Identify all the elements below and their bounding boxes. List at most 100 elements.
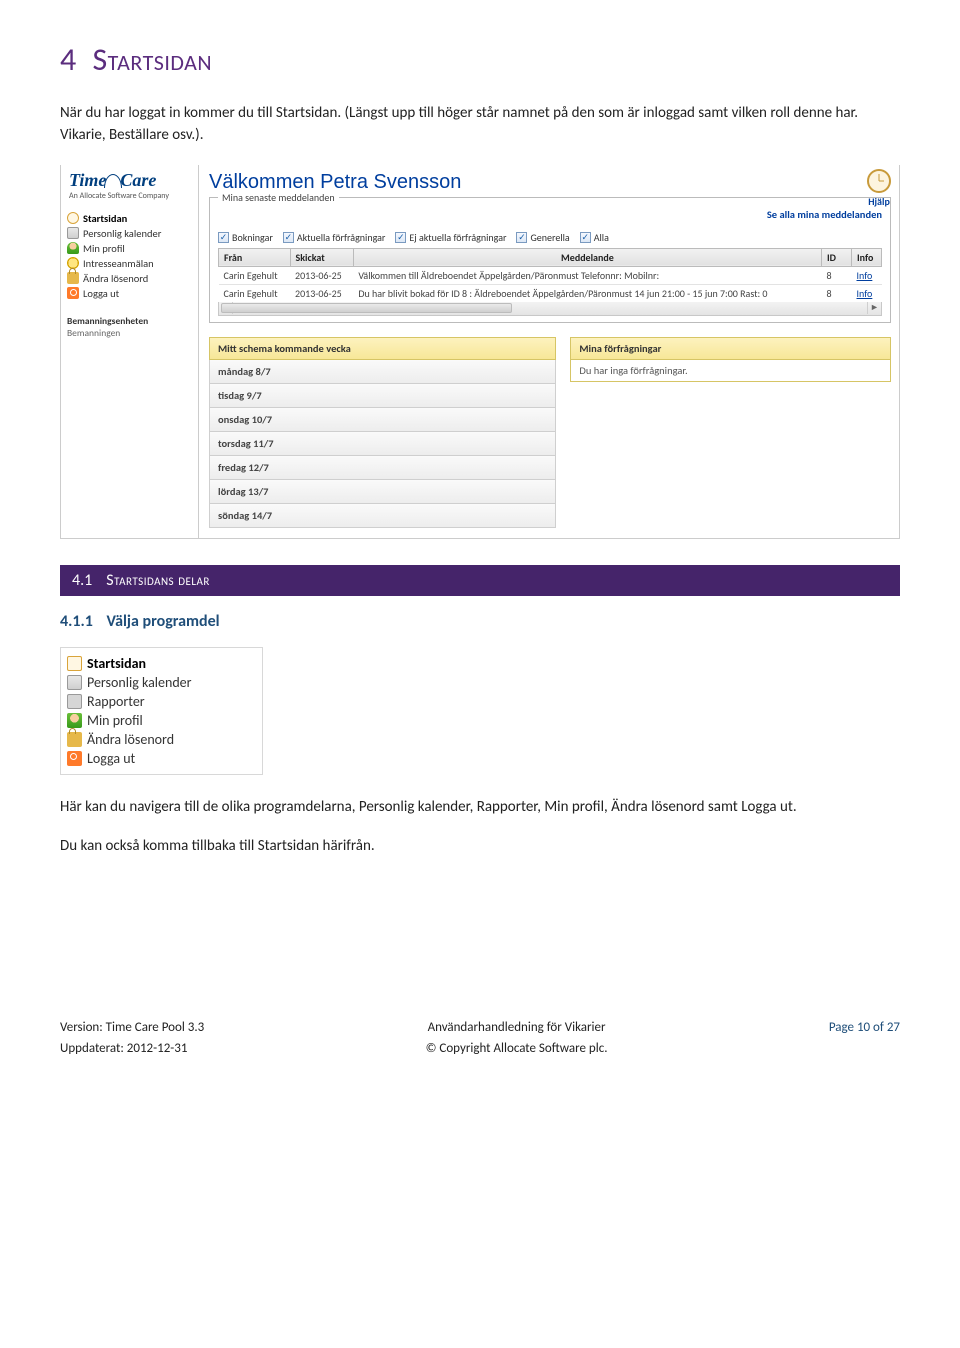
section-text: Startsidans delar	[106, 571, 210, 590]
cell-msg: Du har blivit bokad för ID 8 : Äldreboen…	[353, 284, 821, 302]
clock-icon	[867, 169, 891, 193]
off-icon	[67, 287, 79, 299]
messages-table: FrånSkickatMeddelandeIDInfo Carin Egehul…	[218, 248, 882, 303]
schedule-day-row: onsdag 10/7	[209, 408, 556, 432]
table-row: Carin Egehult2013-06-25Du har blivit bok…	[219, 284, 882, 302]
cal-icon	[67, 675, 82, 690]
nav-group-item[interactable]: Bemanningen	[67, 327, 192, 339]
filter-checkbox[interactable]: ✓Aktuella förfrågningar	[283, 231, 386, 244]
scroll-thumb[interactable]	[221, 303, 512, 313]
screenshot-startsidan: TimeCare An Allocate Software Company Vä…	[60, 165, 900, 539]
sidebar-item-label: Ändra lösenord	[83, 272, 148, 285]
checkbox-icon: ✓	[218, 232, 229, 243]
sidebar-nav: Startsidan Personlig kalender Min profil In…	[61, 207, 199, 538]
nav-menu-item[interactable]: Min profil	[67, 711, 192, 730]
filter-checkbox[interactable]: ✓Generella	[516, 231, 569, 244]
sidebar-item[interactable]: Startsidan	[67, 211, 192, 226]
footer-title: Användarhandledning för Vikarier	[426, 1018, 608, 1039]
filter-label: Generella	[530, 231, 569, 244]
footer-updated: Uppdaterat: 2012-12-31	[60, 1039, 204, 1060]
cell-from: Carin Egehult	[219, 266, 291, 284]
sidebar-item[interactable]: Min profil	[67, 241, 192, 256]
lock-icon	[67, 272, 79, 284]
paragraph-3: Du kan också komma tillbaka till Startsi…	[60, 836, 900, 858]
see-all-link[interactable]: Se alla mina meddelanden	[218, 206, 882, 231]
nav-menu-item[interactable]: Ändra lösenord	[67, 730, 192, 749]
nav-menu-item[interactable]: Startsidan	[67, 654, 192, 673]
sidebar-item-label: Min profil	[83, 242, 125, 255]
user-icon	[67, 713, 82, 728]
subsection-number: 4.1.1	[60, 612, 93, 631]
cell-from: Carin Egehult	[219, 284, 291, 302]
cell-info[interactable]: Info	[852, 266, 882, 284]
schedule-day-row: fredag 12/7	[209, 456, 556, 480]
footer-version: Version: Time Care Pool 3.3	[60, 1018, 204, 1039]
fieldset-legend: Mina senaste meddelanden	[218, 191, 339, 204]
nav-menu-label: Rapporter	[87, 693, 145, 710]
sidebar-item-label: Personlig kalender	[83, 227, 161, 240]
checkbox-icon: ✓	[516, 232, 527, 243]
cell-sent: 2013-06-25	[290, 284, 353, 302]
logo-text-2: Care	[120, 170, 156, 190]
filter-label: Alla	[594, 231, 609, 244]
subsection-text: Välja programdel	[107, 612, 220, 631]
screenshot-nav-menu: StartsidanPersonlig kalenderRapporter Min…	[60, 647, 263, 775]
nav-menu-item[interactable]: Rapporter	[67, 692, 192, 711]
nav-menu-label: Ändra lösenord	[87, 731, 174, 748]
table-header: Info	[852, 248, 882, 266]
requests-empty-text: Du har inga förfrågningar.	[570, 360, 891, 382]
cell-info[interactable]: Info	[852, 284, 882, 302]
paragraph-2: Här kan du navigera till de olika progra…	[60, 797, 900, 819]
sidebar-item-label: Logga ut	[83, 287, 119, 300]
sidebar-item[interactable]: Logga ut	[67, 286, 192, 301]
nav-menu-label: Startsidan	[87, 655, 146, 672]
scroll-right-icon[interactable]: ►	[867, 302, 881, 314]
table-header: ID	[822, 248, 852, 266]
footer-page: Page 10 of 27	[829, 1018, 900, 1039]
user-icon	[67, 242, 79, 254]
checkbox-icon: ✓	[283, 232, 294, 243]
sidebar-item[interactable]: Intresseanmälan	[67, 256, 192, 271]
sidebar-item-label: Intresseanmälan	[83, 257, 154, 270]
cell-id: 8	[822, 284, 852, 302]
clock-icon	[67, 212, 79, 224]
logo-subtitle: An Allocate Software Company	[69, 191, 190, 201]
page-footer: Version: Time Care Pool 3.3 Uppdaterat: …	[60, 1018, 900, 1060]
heading-1: 4 Startsidan	[60, 40, 900, 79]
table-row: Carin Egehult2013-06-25Välkommen till Äl…	[219, 266, 882, 284]
table-header: Skickat	[290, 248, 353, 266]
filter-label: Ej aktuella förfrågningar	[409, 231, 506, 244]
heading-1-number: 4	[60, 40, 77, 79]
table-header: Meddelande	[353, 248, 821, 266]
table-header: Från	[219, 248, 291, 266]
schedule-day-row: tisdag 9/7	[209, 384, 556, 408]
sidebar-item[interactable]: Ändra lösenord	[67, 271, 192, 286]
requests-panel: Mina förfrågningar Du har inga förfrågni…	[570, 337, 891, 528]
nav-menu-item[interactable]: Logga ut	[67, 749, 192, 768]
nav-menu-label: Min profil	[87, 712, 143, 729]
rep-icon	[67, 694, 82, 709]
nav-group-header: Bemanningsenheten	[67, 315, 192, 327]
horizontal-scrollbar[interactable]: ◄ ►	[218, 302, 882, 316]
section-number: 4.1	[72, 571, 92, 590]
filter-checkbox[interactable]: ✓Bokningar	[218, 231, 273, 244]
footer-copyright: © Copyright Allocate Software plc.	[426, 1039, 608, 1060]
cell-sent: 2013-06-25	[290, 266, 353, 284]
sidebar-item[interactable]: Personlig kalender	[67, 226, 192, 241]
schedule-day-row: torsdag 11/7	[209, 432, 556, 456]
messages-fieldset: Mina senaste meddelanden Se alla mina me…	[209, 197, 891, 323]
schedule-header: Mitt schema kommande vecka	[209, 337, 556, 360]
filter-checkbox[interactable]: ✓Alla	[580, 231, 609, 244]
filter-row: ✓Bokningar✓Aktuella förfrågningar✓Ej akt…	[218, 231, 882, 244]
filter-label: Aktuella förfrågningar	[297, 231, 386, 244]
schedule-day-row: söndag 14/7	[209, 504, 556, 528]
filter-checkbox[interactable]: ✓Ej aktuella förfrågningar	[395, 231, 506, 244]
schedule-day-row: måndag 8/7	[209, 360, 556, 384]
sidebar-item-label: Startsidan	[83, 212, 127, 225]
filter-label: Bokningar	[232, 231, 273, 244]
off-icon	[67, 751, 82, 766]
intro-paragraph: När du har loggat in kommer du till Star…	[60, 103, 900, 147]
logo-text-1: Time	[69, 170, 106, 190]
subsection-heading: 4.1.1 Välja programdel	[60, 612, 900, 631]
nav-menu-item[interactable]: Personlig kalender	[67, 673, 192, 692]
